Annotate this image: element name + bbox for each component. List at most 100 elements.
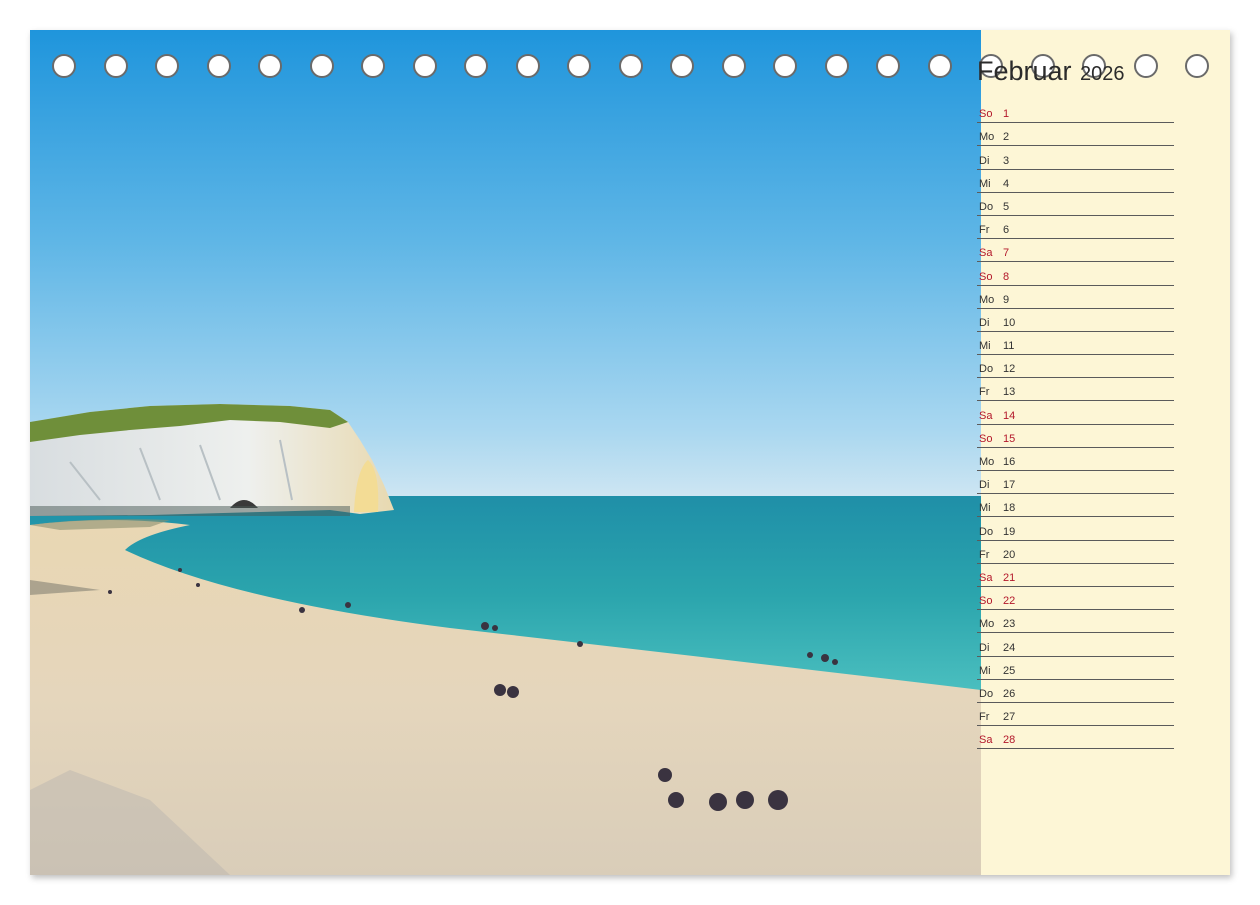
day-number: 21	[1003, 571, 1016, 584]
day-row: Mo 23	[977, 610, 1174, 634]
binding-hole	[412, 54, 437, 78]
day-number: 16	[1003, 456, 1016, 468]
day-number: 8	[1003, 270, 1010, 283]
day-row: So 22	[977, 587, 1174, 611]
beach-cliff-photo	[30, 30, 981, 875]
day-number: 5	[1003, 200, 1010, 213]
day-number: 4	[1003, 177, 1010, 190]
day-row: Di 3	[977, 146, 1174, 170]
weekday-label: Mi	[979, 340, 991, 353]
binding-hole	[927, 54, 952, 78]
day-number: 23	[1003, 618, 1016, 631]
binding-hole	[52, 54, 76, 78]
weekday-label: Sa	[979, 247, 993, 260]
day-row: Mi 25	[977, 657, 1174, 680]
binding-hole	[876, 54, 900, 78]
year-number: 2026	[1080, 63, 1125, 85]
weekday-label: Mi	[979, 177, 991, 190]
calendar-title: Februar 2026	[977, 56, 1125, 87]
weekday-label: Di	[979, 154, 990, 167]
day-row: Sa 28	[977, 726, 1174, 750]
binding-hole	[773, 54, 797, 78]
weekday-label: Mo	[979, 293, 995, 306]
weekday-label: Mi	[979, 502, 991, 515]
binding-hole	[361, 54, 385, 78]
weekday-label: Mo	[979, 131, 995, 144]
day-number: 27	[1003, 711, 1016, 724]
binding-hole	[1133, 54, 1158, 78]
day-number: 10	[1003, 316, 1016, 329]
day-number: 15	[1003, 432, 1016, 445]
binding-hole	[721, 54, 746, 78]
weekday-label: Mo	[979, 618, 995, 631]
day-number: 22	[1003, 595, 1016, 608]
day-row: Sa 7	[977, 239, 1174, 263]
day-number: 9	[1003, 293, 1010, 306]
day-row: Mi 18	[977, 494, 1174, 518]
day-number: 25	[1003, 664, 1016, 677]
day-row: So 8	[977, 262, 1174, 286]
weekday-label: So	[979, 108, 993, 121]
day-row: Do 12	[977, 355, 1174, 379]
weekday-label: So	[979, 270, 993, 283]
day-row: Fr 13	[977, 378, 1174, 402]
weekday-label: Mo	[979, 456, 995, 468]
day-row: Sa 21	[977, 564, 1174, 587]
day-row: So 15	[977, 425, 1174, 448]
day-number: 26	[1003, 687, 1016, 700]
day-row: Mo 16	[977, 448, 1174, 471]
weekday-label: Di	[979, 316, 990, 329]
day-number: 11	[1003, 340, 1015, 353]
day-row: Sa 14	[977, 401, 1174, 425]
cliff-arch	[30, 404, 394, 516]
weekday-label: So	[979, 595, 993, 608]
day-row: Mo 2	[977, 123, 1174, 147]
day-row: Fr 20	[977, 541, 1174, 564]
day-row: So 1	[977, 100, 1174, 124]
weekday-label: Do	[979, 687, 994, 700]
binding-hole	[155, 54, 179, 78]
day-row: Fr 6	[977, 216, 1174, 240]
binding-hole	[309, 54, 334, 78]
day-number: 6	[1003, 224, 1010, 237]
day-row: Fr 27	[977, 703, 1174, 727]
day-number: 7	[1003, 247, 1010, 260]
day-row: Di 17	[977, 471, 1174, 495]
day-number: 28	[1003, 734, 1016, 747]
weekday-label: Do	[979, 525, 994, 538]
binding-hole	[103, 54, 128, 78]
day-number: 14	[1003, 409, 1016, 422]
weekday-label: Di	[979, 641, 990, 654]
weekday-label: Sa	[979, 571, 993, 584]
day-list: So 1 Mo 2 Di 3 Mi 4 Do 5 Fr 6 Sa 7 So 8 Mo 9 Di 10 Mi 11 Do 12 F…	[977, 100, 1174, 750]
weekday-label: Fr	[979, 224, 990, 237]
day-row: Do 19	[977, 517, 1174, 541]
binding-hole	[206, 54, 231, 78]
day-row: Mi 11	[977, 332, 1174, 356]
weekday-label: Fr	[979, 711, 990, 724]
day-number: 18	[1003, 502, 1016, 515]
day-row: Do 26	[977, 680, 1174, 703]
binding-hole	[515, 54, 540, 78]
weekday-label: Fr	[979, 386, 990, 399]
day-row: Di 10	[977, 309, 1174, 332]
binding-hole	[567, 54, 591, 78]
binding-hole	[464, 54, 488, 78]
day-row: Di 24	[977, 633, 1174, 657]
binding-hole	[258, 54, 282, 78]
day-number: 1	[1003, 108, 1010, 121]
weekday-label: So	[979, 432, 993, 445]
weekday-label: Sa	[979, 734, 993, 747]
day-number: 19	[1003, 525, 1016, 538]
weekday-label: Di	[979, 479, 990, 492]
day-number: 12	[1003, 363, 1016, 376]
day-number: 24	[1003, 641, 1016, 654]
day-row: Do 5	[977, 193, 1174, 216]
day-row: Mi 4	[977, 170, 1174, 193]
weekday-label: Fr	[979, 548, 990, 561]
month-name: Februar	[977, 56, 1072, 86]
weekday-label: Mi	[979, 664, 991, 677]
binding-hole	[1185, 54, 1209, 78]
weekday-label: Do	[979, 200, 994, 213]
day-number: 13	[1003, 386, 1016, 399]
